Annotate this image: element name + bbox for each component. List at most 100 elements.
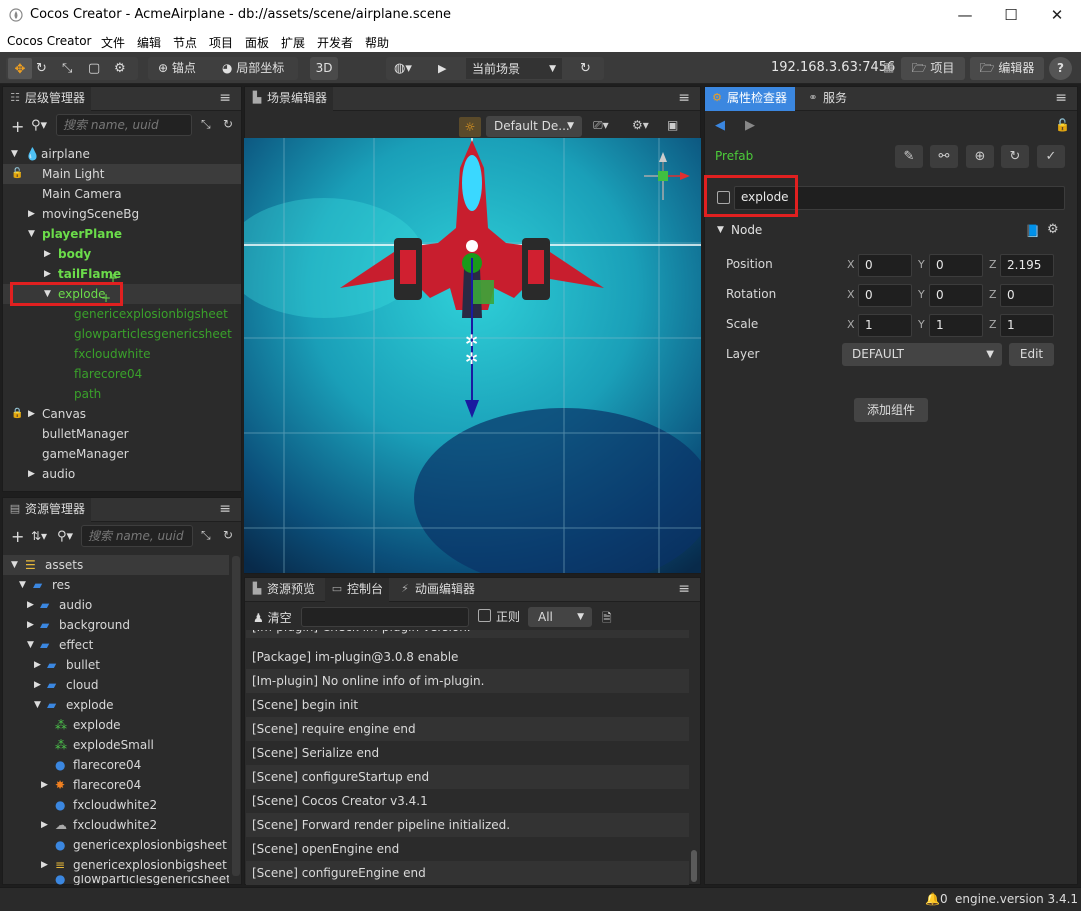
menu-help[interactable]: 帮助 (365, 34, 389, 51)
scale-z-input[interactable]: 1 (1000, 314, 1054, 337)
log-file-icon[interactable]: 🗎 (602, 609, 612, 630)
asset-explode-folder[interactable]: ▼ ▰ explode (3, 695, 229, 715)
panel-menu-icon[interactable]: ≡ (219, 90, 231, 106)
tab-animation[interactable]: ⚡ 动画编辑器 (393, 578, 481, 602)
editor-button[interactable]: 🗁 编辑器 (970, 57, 1044, 80)
tab-hierarchy[interactable]: ☷ 层级管理器 (3, 87, 92, 111)
layer-select[interactable]: DEFAULT ▼ (842, 343, 1002, 366)
asset-flarecore04-material[interactable]: ● flarecore04 (3, 755, 229, 775)
tab-scene-editor[interactable]: ▙ 场景编辑器 (245, 87, 334, 111)
rotate-tool-icon[interactable]: ↻ (36, 57, 47, 80)
rotation-z-input[interactable]: 0 (1000, 284, 1054, 307)
tree-node-genericexplosionbigsheet[interactable]: genericexplosionbigsheet (3, 304, 241, 324)
prefab-unlink-button[interactable]: ⚯ (930, 145, 958, 168)
tree-node-canvas[interactable]: 🔒 ▶ Canvas (3, 404, 241, 424)
tab-asset-preview[interactable]: ▙ 资源预览 (245, 578, 321, 602)
panel-menu-icon[interactable]: ≡ (219, 501, 231, 517)
search-icon[interactable]: ⚲▾ (31, 118, 47, 133)
asset-cloud[interactable]: ▶ ▰ cloud (3, 675, 229, 695)
asset-glowparticlesgenericsheet[interactable]: ● glowparticlesgenericsheet (3, 875, 229, 885)
prefab-revert-button[interactable]: ↻ (1001, 145, 1029, 168)
add-node-icon[interactable]: + (11, 117, 24, 136)
tab-inspector[interactable]: ⚙ 属性检查器 (705, 87, 796, 111)
refresh-icon[interactable]: ↻ (580, 57, 591, 80)
menu-node[interactable]: 节点 (173, 34, 197, 51)
position-z-input[interactable]: 2.195 (1000, 254, 1054, 277)
refresh-icon[interactable]: ↻ (223, 117, 233, 131)
gear-icon[interactable]: ⚙ (1047, 222, 1059, 237)
forward-arrow-icon[interactable]: ▶ (745, 118, 755, 133)
qr-code-icon[interactable]: ▦ (883, 60, 894, 74)
back-arrow-icon[interactable]: ◀ (715, 118, 725, 133)
prefab-apply-button[interactable]: ✓ (1037, 145, 1065, 168)
tree-node-game-manager[interactable]: gameManager (3, 444, 241, 464)
refresh-icon[interactable]: ↻ (223, 528, 233, 542)
chevron-down-icon[interactable]: ▼ (717, 225, 724, 235)
sort-icon[interactable]: ⇅▾ (31, 529, 47, 543)
scale-y-input[interactable]: 1 (929, 314, 983, 337)
asset-explode-small[interactable]: ⁂ explodeSmall (3, 735, 229, 755)
panel-menu-icon[interactable]: ≡ (1055, 90, 1067, 106)
scale-tool-icon[interactable]: ⤡ (62, 57, 72, 80)
camera-select[interactable]: Default De... ▼ (486, 116, 582, 137)
asset-effect[interactable]: ▼ ▰ effect (3, 635, 229, 655)
gear-tool-icon[interactable]: ⚙ (114, 57, 126, 80)
menu-project[interactable]: 项目 (209, 34, 233, 51)
asset-genericexplosionbigsheet-texture[interactable]: ▶ ≡ genericexplosionbigsheet (3, 855, 229, 875)
maximize-button[interactable]: ☐ (988, 4, 1034, 28)
scale-x-input[interactable]: 1 (858, 314, 912, 337)
tree-node-tail-flame[interactable]: ▶ tailFlame + (3, 264, 241, 285)
gizmo-toggle-icon[interactable]: ▣ (667, 118, 678, 132)
menu-extension[interactable]: 扩展 (281, 34, 305, 51)
clear-button[interactable]: ♟ 清空 (253, 609, 292, 626)
asset-res[interactable]: ▼ ▰ res (3, 575, 229, 595)
play-icon[interactable]: ▶ (438, 57, 446, 80)
tree-node-flarecore04[interactable]: flarecore04 (3, 364, 241, 384)
tree-node-bullet-manager[interactable]: bulletManager (3, 424, 241, 444)
asset-flarecore04-texture[interactable]: ▶ ✸ flarecore04 (3, 775, 229, 795)
asset-genericexplosionbigsheet-material[interactable]: ● genericexplosionbigsheet (3, 835, 229, 855)
tree-node-fxcloudwhite[interactable]: fxcloudwhite (3, 344, 241, 364)
prefab-locate-button[interactable]: ⊕ (966, 145, 994, 168)
tree-node-glowparticlesgenericsheet[interactable]: glowparticlesgenericsheet (3, 324, 241, 344)
book-icon[interactable]: 📘 (1025, 224, 1040, 238)
local-coord-button[interactable]: ◕ 局部坐标 (222, 57, 284, 80)
menu-file[interactable]: 文件 (101, 34, 125, 51)
rect-tool-icon[interactable]: ▢ (88, 57, 100, 80)
camera-icon[interactable]: ⎚▾ (593, 118, 609, 133)
rotation-x-input[interactable]: 0 (858, 284, 912, 307)
assets-scrollbar[interactable] (232, 556, 240, 876)
preview-ip[interactable]: 192.168.3.63:7456 (771, 60, 895, 75)
unlock-icon[interactable]: 🔓 (1055, 118, 1070, 132)
asset-assets[interactable]: ▼ ☰ assets (3, 555, 229, 575)
collapse-icon[interactable]: ⤡ (201, 528, 211, 543)
tab-service[interactable]: ⚭ 服务 (801, 87, 853, 111)
panel-menu-icon[interactable]: ≡ (678, 90, 690, 106)
prefab-edit-button[interactable]: ✎ (895, 145, 923, 168)
console-scrollbar[interactable] (691, 850, 697, 882)
menu-developer[interactable]: 开发者 (317, 34, 353, 51)
help-button[interactable]: ? (1049, 57, 1072, 80)
mode-3d-button[interactable]: 3D (310, 57, 338, 80)
gear-icon[interactable]: ⚙▾ (632, 118, 649, 132)
bell-icon[interactable]: 🔔 (925, 892, 940, 906)
tree-node-audio[interactable]: ▶ audio (3, 464, 241, 484)
rotation-y-input[interactable]: 0 (929, 284, 983, 307)
hierarchy-search-input[interactable]: 搜索 name, uuid (56, 114, 192, 136)
tab-assets[interactable]: ▤ 资源管理器 (3, 498, 92, 522)
menu-edit[interactable]: 编辑 (137, 34, 161, 51)
console-filter-input[interactable] (301, 607, 469, 627)
collapse-icon[interactable]: ⤡ (201, 117, 211, 132)
tree-node-body[interactable]: ▶ body (3, 244, 241, 264)
position-y-input[interactable]: 0 (929, 254, 983, 277)
minimize-button[interactable]: — (942, 4, 988, 28)
close-button[interactable]: ✕ (1034, 4, 1080, 28)
add-component-button[interactable]: 添加组件 (854, 398, 928, 422)
log-level-select[interactable]: All ▼ (528, 607, 592, 627)
menu-cocos[interactable]: Cocos Creator (7, 34, 92, 48)
regex-checkbox[interactable] (478, 609, 491, 622)
lighting-icon[interactable]: ☼ (459, 117, 481, 137)
asset-background[interactable]: ▶ ▰ background (3, 615, 229, 635)
tree-node-path[interactable]: path (3, 384, 241, 404)
globe-icon[interactable]: ◍▾ (394, 57, 412, 80)
